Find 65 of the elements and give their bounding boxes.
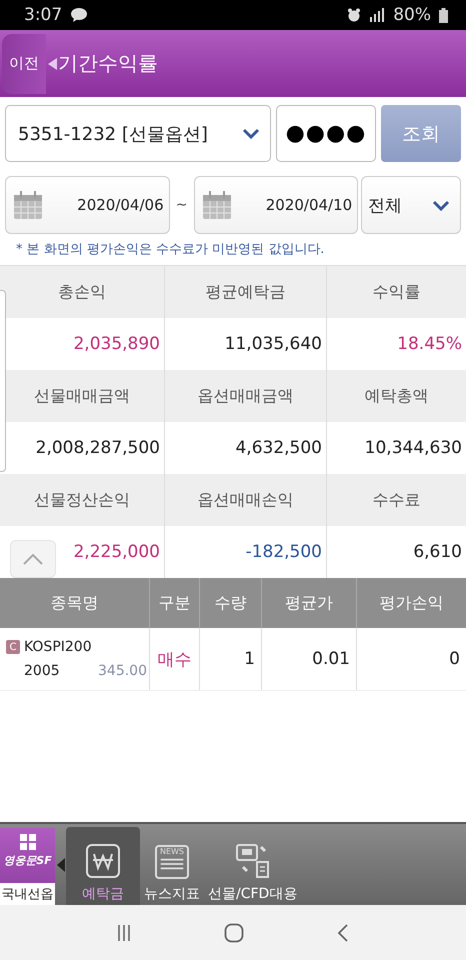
summary-value: 4,632,500 <box>235 438 322 458</box>
back-icon <box>337 922 350 942</box>
signal-icon <box>369 8 386 22</box>
strike-price: 345.00 <box>98 663 147 679</box>
triangle-icon <box>48 58 57 70</box>
summary-label: 선물정산손익 <box>0 474 165 526</box>
table-cell: 1 <box>244 649 255 669</box>
chevron-down-icon <box>432 200 450 210</box>
table-cell: 0 <box>449 649 460 669</box>
triangle-icon <box>57 858 65 872</box>
summary-label: 옵션매매금액 <box>165 370 327 422</box>
app-menu-button[interactable]: 영웅문SF 국내선옵 <box>0 828 55 905</box>
toolbar-button[interactable]: 예탁금 <box>66 827 140 905</box>
column-header: 평가손익 <box>378 592 444 614</box>
password-field[interactable]: ●●●● <box>276 105 376 162</box>
toolbar-button[interactable]: NEWS 뉴스지표 <box>140 827 204 905</box>
expiry-code: 2005 <box>24 663 60 679</box>
column-header: 수량 <box>200 578 262 628</box>
app-caption: 국내선옵 <box>0 883 55 905</box>
date-field[interactable]: 2020/04/10 <box>194 176 358 234</box>
recent-apps-icon <box>116 924 131 942</box>
clock: 3:07 <box>24 5 62 25</box>
summary-value: -182,500 <box>246 542 322 562</box>
document-transfer-icon <box>234 843 271 879</box>
summary-value: 2,225,000 <box>73 542 160 562</box>
collapse-button[interactable] <box>10 540 56 578</box>
app-logo: 영웅문SF <box>3 853 52 868</box>
notice-text: * 본 화면의 평가손익은 수수료가 미반영된 값입니다. <box>15 241 326 259</box>
table-cell-text: 매수 <box>158 648 192 670</box>
chevron-up-icon <box>22 553 44 565</box>
summary-value: 10,344,630 <box>364 438 462 458</box>
home-icon <box>224 922 244 942</box>
filter-dropdown[interactable]: 전체 <box>361 176 461 234</box>
type-badge: C <box>6 640 20 654</box>
page-title: 기간수익률 <box>58 50 158 77</box>
summary-value: 11,035,640 <box>224 334 322 354</box>
summary-value: 6,610 <box>413 542 462 562</box>
table-cell: 0.01 <box>312 649 350 669</box>
summary-label: 평균예탁금 <box>165 266 327 318</box>
back-button[interactable]: 이전 <box>2 34 46 94</box>
summary-value: 2,035,890 <box>73 334 160 354</box>
summary-value: 18.45% <box>397 334 462 354</box>
column-header: 평균가 <box>262 578 357 628</box>
summary-label: 옵션매매손익 <box>165 474 327 526</box>
toolbar-button[interactable]: 선물/CFD대용 <box>204 827 302 905</box>
column-header: 구분 <box>150 578 200 628</box>
instrument-name: KOSPI200 <box>24 639 92 655</box>
account-dropdown[interactable]: 5351-1232 [선물옵션] <box>5 105 271 162</box>
news-icon: NEWS <box>155 845 189 879</box>
range-separator: ~ <box>174 197 188 213</box>
date-field[interactable]: 2020/04/06 <box>5 176 170 234</box>
chevron-down-icon <box>242 128 260 139</box>
calendar-icon <box>202 191 232 219</box>
summary-label: 수수료 <box>372 488 422 510</box>
battery-icon <box>439 8 448 22</box>
summary-value: 2,008,287,500 <box>36 438 160 458</box>
calendar-icon <box>13 191 43 219</box>
chat-icon <box>70 8 88 22</box>
won-icon <box>85 843 121 879</box>
grid-icon <box>20 834 36 850</box>
battery-level: 80% <box>393 5 431 25</box>
summary-label: 예탁총액 <box>364 384 430 406</box>
column-header: 종목명 <box>0 578 150 628</box>
side-handle[interactable] <box>0 290 6 472</box>
summary-label: 수익률 <box>372 280 422 302</box>
